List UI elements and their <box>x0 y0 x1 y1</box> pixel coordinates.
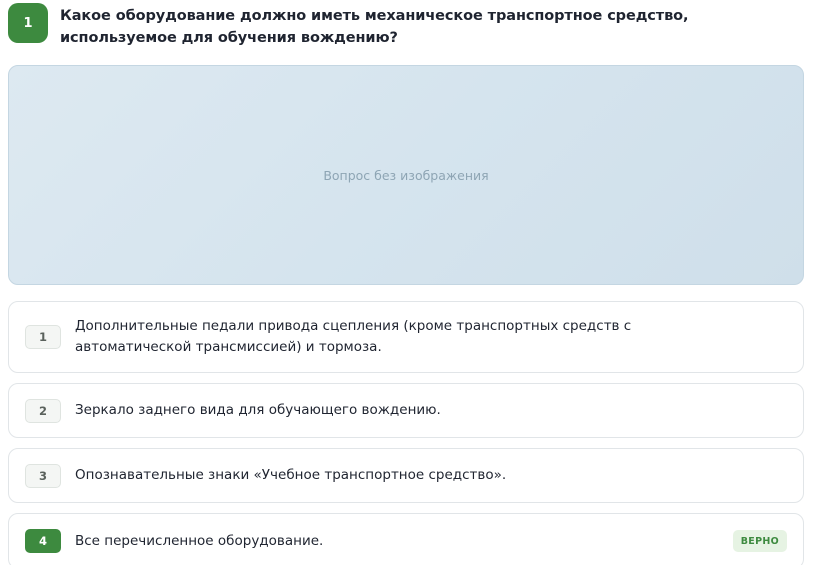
answer-text: Опознавательные знаки «Учебное транспорт… <box>75 467 507 483</box>
answer-text: Зеркало заднего вида для обучающего вожд… <box>75 402 441 418</box>
answer-number: 4 <box>25 529 61 553</box>
answer-number: 3 <box>25 463 61 488</box>
correct-badge: ВЕРНО <box>732 530 787 552</box>
question-text: Какое оборудование должно иметь механиче… <box>60 8 689 46</box>
answer-number: 2 <box>25 398 61 423</box>
answer-option-1[interactable]: 1 Дополнительные педали привода сцеплени… <box>8 301 804 373</box>
answer-option-3[interactable]: 3 Опознавательные знаки «Учебное транспо… <box>8 448 804 503</box>
answer-text: Все перечисленное оборудование. <box>75 532 324 549</box>
image-placeholder-text: Вопрос без изображения <box>323 167 489 183</box>
answer-option-4[interactable]: 4 Все перечисленное оборудование. ВЕРНО <box>8 513 804 565</box>
question-number-badge: 1 <box>8 3 48 43</box>
answer-option-2[interactable]: 2 Зеркало заднего вида для обучающего во… <box>8 383 804 438</box>
question-header: 1 Какое оборудование должно иметь механи… <box>8 3 798 49</box>
answer-text: Дополнительные педали привода сцепления … <box>75 318 632 355</box>
answer-number: 1 <box>25 325 61 349</box>
question-card: 1 Какое оборудование должно иметь механи… <box>0 0 813 565</box>
question-image-placeholder: Вопрос без изображения <box>8 65 804 285</box>
